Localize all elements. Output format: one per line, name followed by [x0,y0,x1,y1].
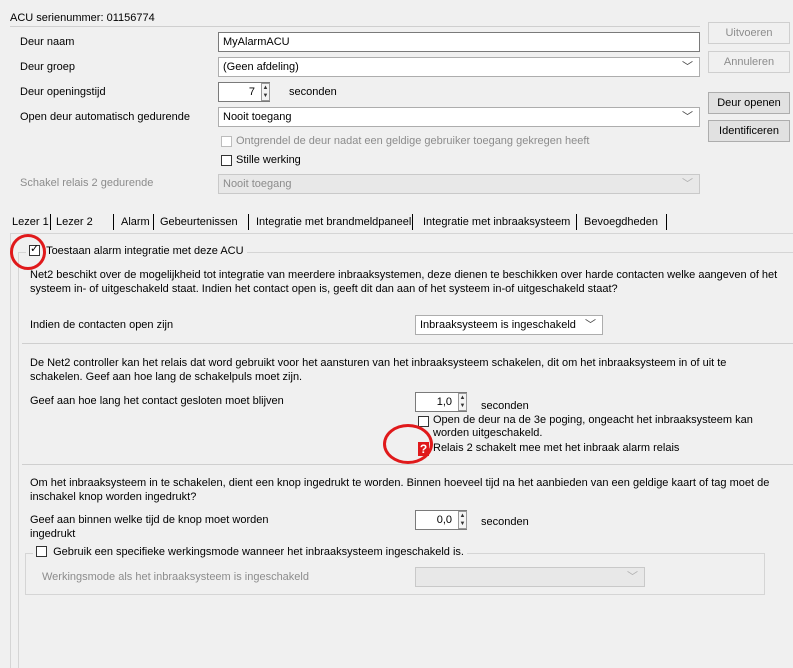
open-third-try-label: Open de deur na de 3e poging, ongeacht h… [433,414,753,439]
auto-open-label: Open deur automatisch gedurende [20,111,191,123]
door-group-value: (Geen afdeling) [223,61,299,73]
door-group-select[interactable]: (Geen afdeling) ﹀ [218,57,700,77]
mode-label: Werkingsmode als het inbraaksysteem is i… [42,571,309,583]
button-time-label: Geef aan binnen welke tijd de knop moet … [30,514,269,540]
header-divider [10,26,700,27]
specific-mode-label: Gebruik een specifieke werkingsmode wann… [53,546,464,559]
open-time-unit: seconden [289,86,337,98]
relay2-value: Nooit toegang [223,178,292,190]
tab-separator [576,214,577,230]
tab-alarm[interactable]: Alarm [121,212,150,232]
contact-closed-spinner[interactable]: ▲ ▼ [458,393,467,411]
chevron-down-icon: ﹀ [627,571,638,583]
specific-mode-checkbox[interactable] [36,545,47,557]
relay2-switch-label: Relais 2 schakelt mee met het inbraak al… [433,442,680,454]
relay2-label: Schakel relais 2 gedurende [20,177,154,189]
acu-serial-label: ACU serienummer: 01156774 [10,12,155,24]
annotation-circle [383,424,433,464]
section-divider [22,343,793,344]
unlock-after-user-checkbox[interactable] [221,136,232,147]
contacts-open-select[interactable]: Inbraaksysteem is ingeschakeld ﹀ [415,315,603,335]
auto-open-value: Nooit toegang [223,111,292,123]
tab-events[interactable]: Gebeurtenissen [160,212,238,232]
section-divider [22,464,793,465]
tab-reader-2[interactable]: Lezer 2 [56,212,93,232]
tab-separator [153,214,154,230]
intro-text: Net2 beschikt over de mogelijkheid tot i… [30,269,778,295]
door-name-input[interactable]: MyAlarmACU [218,32,700,52]
intrusion-group-header: ✓ Toestaan alarm integratie met deze ACU [26,243,247,259]
tab-separator [666,214,667,230]
door-name-label: Deur naam [20,36,75,48]
relay-text: De Net2 controller kan het relais dat wo… [30,357,727,383]
chevron-down-icon: ﹀ [682,178,693,190]
contacts-open-value: Inbraaksysteem is ingeschakeld [420,319,576,331]
relay2-select[interactable]: Nooit toegang ﹀ [218,174,700,194]
tab-permissions[interactable]: Bevoegdheden [584,212,658,232]
execute-button[interactable]: Uitvoeren [708,22,790,44]
cancel-button[interactable]: Annuleren [708,51,790,73]
identify-button[interactable]: Identificeren [708,120,790,142]
open-time-spinner[interactable]: ▲ ▼ [261,83,270,101]
tab-separator [248,214,249,230]
contact-closed-unit: seconden [481,400,529,412]
silent-checkbox[interactable] [221,155,232,166]
contact-closed-label: Geef aan hoe lang het contact gesloten m… [30,395,284,407]
silent-label: Stille werking [236,154,301,166]
tab-separator [113,214,114,230]
auto-open-select[interactable]: Nooit toegang ﹀ [218,107,700,127]
enable-intrusion-label: Toestaan alarm integratie met deze ACU [46,245,244,258]
tab-reader-1[interactable]: Lezer 1 [12,212,49,232]
tab-separator [412,214,413,230]
door-group-label: Deur groep [20,61,76,73]
tab-separator [50,214,51,230]
tab-intrusion[interactable]: Integratie met inbraaksysteem [423,212,570,232]
specific-mode-header: Gebruik een specifieke werkingsmode wann… [33,545,467,560]
chevron-down-icon: ﹀ [682,111,693,123]
open-time-label: Deur openingstijd [20,86,106,98]
chevron-down-icon: ﹀ [585,319,596,331]
annotation-circle [10,234,46,270]
tab-fire-panel[interactable]: Integratie met brandmeldpaneel [256,212,411,232]
unlock-after-user-label: Ontgrendel de deur nadat een geldige geb… [236,135,590,147]
mode-select[interactable]: ﹀ [415,567,645,587]
button-time-spinner[interactable]: ▲ ▼ [458,511,467,529]
chevron-down-icon: ﹀ [682,61,693,73]
button-time-unit: seconden [481,516,529,528]
contacts-open-label: Indien de contacten open zijn [30,319,174,331]
open-door-button[interactable]: Deur openen [708,92,790,114]
arm-text: Om het inbraaksysteem in te schakelen, d… [30,477,770,503]
